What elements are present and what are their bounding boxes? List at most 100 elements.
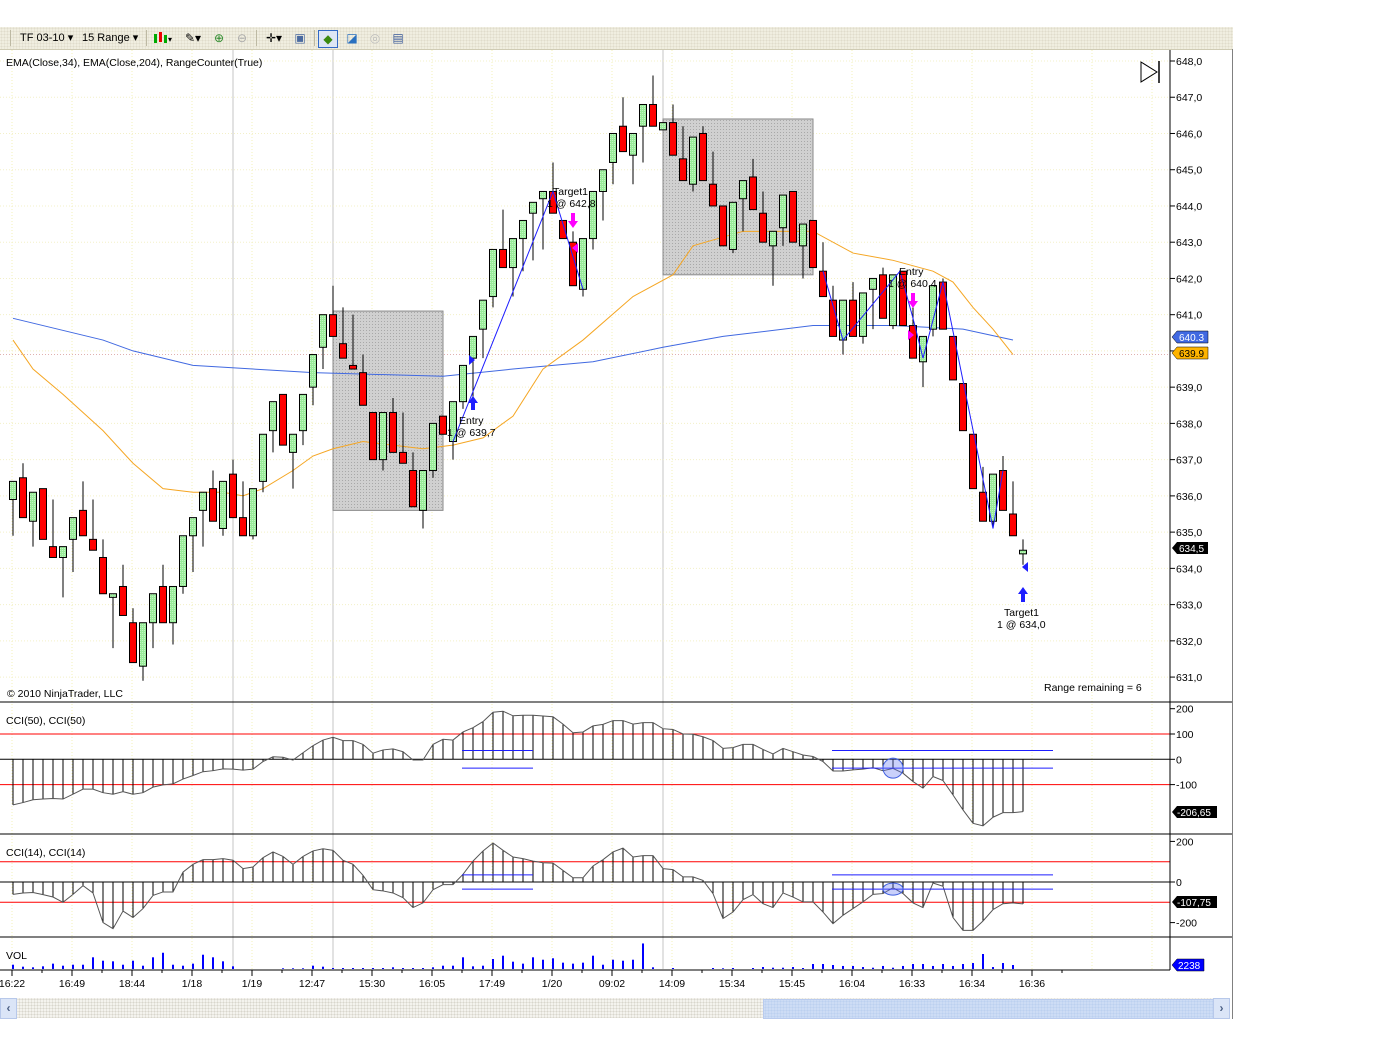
candle	[829, 285, 837, 337]
candle-body	[149, 593, 157, 624]
candle-body	[869, 277, 877, 290]
candle	[839, 299, 847, 355]
candle	[939, 278, 947, 330]
volume-label: VOL	[6, 950, 27, 962]
disabled-icon[interactable]: ◎	[366, 30, 384, 46]
instrument-selector[interactable]: TF 03-10 ▾	[20, 30, 73, 46]
candle-body	[299, 393, 307, 432]
properties-icon[interactable]: ▣	[291, 30, 309, 46]
candle-body	[629, 132, 637, 156]
zoom-in-icon[interactable]: ⊕	[210, 30, 228, 46]
candle-body	[659, 122, 667, 131]
chevron-down-icon: ▾	[67, 32, 74, 44]
time-tick-label: 16:34	[959, 978, 985, 990]
candle-body	[499, 248, 507, 269]
time-tick-label: 1/19	[242, 978, 263, 990]
candle-body	[319, 314, 327, 348]
ema204-price-tag: 640.3	[1171, 330, 1209, 344]
chart-canvas[interactable]: 648,0 647,0 646,0 645,0 644,0 643,0 642,0 641,0…	[0, 0, 1400, 1050]
last-price-tag: 634,5	[1172, 542, 1208, 555]
candle-body	[229, 473, 237, 519]
candle-body	[699, 132, 707, 182]
candle	[459, 364, 467, 409]
cci50-panel	[0, 710, 1170, 827]
candle	[209, 470, 217, 522]
crosshair-icon[interactable]: ✛▾	[261, 30, 287, 46]
candle	[649, 75, 657, 127]
candle	[9, 480, 17, 536]
candle-body	[279, 393, 287, 446]
candle	[879, 267, 887, 319]
entry-label: Entry	[459, 415, 484, 427]
cci14-line	[12, 842, 1024, 931]
pencil-draw-icon[interactable]: ✎▾	[180, 30, 206, 46]
candle-body	[39, 488, 47, 540]
candle	[789, 190, 797, 243]
candle	[49, 499, 57, 558]
target-price-label: 1 @ 642,8	[547, 198, 596, 210]
scroll-left-button[interactable]: ‹	[0, 998, 17, 1019]
candle-body	[819, 270, 827, 298]
candle	[19, 463, 27, 519]
price-tick-label: 646,0	[1176, 128, 1202, 140]
scrollbar-thumb[interactable]	[763, 999, 1215, 1019]
candle-body	[609, 132, 617, 163]
indicators-icon[interactable]: ◪	[343, 30, 361, 46]
candle-body	[49, 546, 57, 558]
scroll-right-button[interactable]: ›	[1213, 998, 1230, 1019]
candle-body	[169, 585, 177, 624]
candle	[539, 190, 547, 250]
candle-body	[139, 622, 147, 667]
volume-value-tag: 2238	[1171, 958, 1205, 972]
target-arrow-up-icon	[1018, 587, 1028, 602]
price-tick-label: 631,0	[1176, 672, 1202, 684]
candle-body	[409, 470, 417, 508]
time-tick-label: 15:34	[719, 978, 745, 990]
candle-body	[769, 230, 777, 247]
exit-arrow-down-icon	[568, 213, 578, 228]
candle-body	[529, 201, 537, 214]
candle	[69, 517, 77, 572]
entry-arrow-up-icon	[468, 396, 478, 410]
horizontal-scrollbar[interactable]: ‹ ›	[0, 998, 1230, 1019]
data-box-icon[interactable]: ▤	[389, 30, 407, 46]
candle	[99, 539, 107, 595]
range-remaining-label: Range remaining = 6	[1044, 682, 1142, 694]
candle-body	[89, 538, 97, 551]
candle	[609, 132, 617, 185]
cci14-panel	[0, 842, 1170, 931]
candle	[189, 517, 197, 572]
cci14-tag-text: -107,75	[1177, 898, 1211, 909]
period-selector[interactable]: 15 Range ▾	[82, 30, 138, 46]
candle-body	[259, 433, 267, 482]
candle-body	[619, 125, 627, 153]
copyright-label: © 2010 NinjaTrader, LLC	[7, 688, 123, 700]
price-tick-label: 639,0	[1176, 382, 1202, 394]
candle-body	[939, 281, 947, 330]
candle	[599, 169, 607, 221]
candle	[489, 248, 497, 308]
candle-body	[929, 285, 937, 330]
candle-body	[859, 292, 867, 337]
go-to-end-icon[interactable]	[1140, 61, 1160, 83]
entry-price-label: 1 @ 640,4	[888, 278, 937, 290]
price-tick-label: 644,0	[1176, 201, 1202, 213]
candle	[109, 593, 117, 649]
time-tick-label: 18:44	[119, 978, 145, 990]
candle	[629, 132, 637, 185]
strategy-icon[interactable]: ◆	[318, 30, 338, 48]
candle-body	[799, 223, 807, 247]
candle-body	[879, 274, 887, 319]
candle	[689, 136, 697, 192]
candle	[139, 622, 147, 681]
candle-body	[369, 412, 377, 461]
candle-body	[689, 136, 697, 185]
candle-body	[809, 219, 817, 269]
candlestick-style-icon[interactable]: ▾	[151, 30, 175, 46]
time-tick-label: 1/18	[182, 978, 203, 990]
price-tick-label: 647,0	[1176, 92, 1202, 104]
time-tick-label: 12:47	[299, 978, 325, 990]
cci50-tick-label: 200	[1176, 704, 1194, 716]
candle-body	[19, 477, 27, 519]
zoom-out-icon[interactable]: ⊖	[233, 30, 251, 46]
